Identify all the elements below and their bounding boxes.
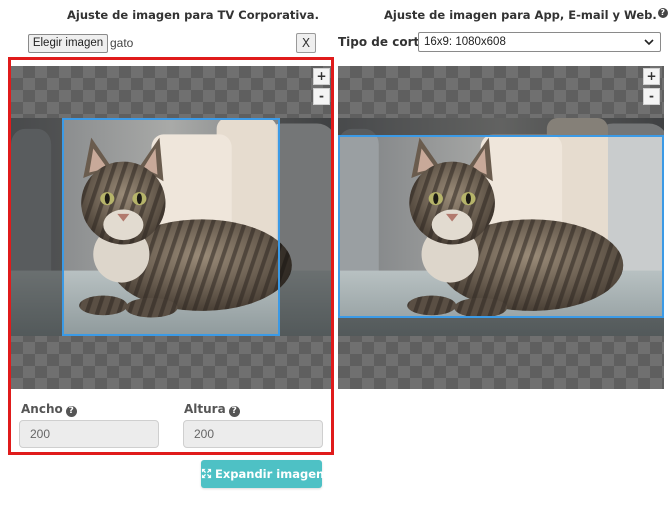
clear-file-button[interactable]: X bbox=[296, 33, 316, 53]
expand-button-label: Expandir imagen bbox=[215, 467, 325, 481]
cut-type-selected: 16x9: 1080x608 bbox=[424, 36, 506, 48]
right-crop-box[interactable] bbox=[338, 135, 664, 318]
right-zoom-in-button[interactable]: + bbox=[643, 68, 660, 85]
cut-type-select[interactable]: 16x9: 1080x608 bbox=[418, 32, 661, 52]
right-zoom-out-button[interactable]: - bbox=[643, 88, 660, 105]
right-panel-title-row: Ajuste de imagen para App, E-mail y Web.… bbox=[384, 8, 668, 22]
chevron-down-icon bbox=[643, 34, 655, 50]
highlight-frame bbox=[8, 57, 334, 455]
expand-icon bbox=[201, 460, 212, 488]
file-name-text: gato bbox=[110, 36, 134, 50]
top-dim-overlay bbox=[338, 118, 664, 135]
bottom-dim-overlay bbox=[338, 318, 664, 336]
right-panel-title: Ajuste de imagen para App, E-mail y Web. bbox=[384, 8, 657, 22]
left-panel-title: Ajuste de imagen para TV Corporativa. bbox=[67, 8, 319, 22]
expand-image-button[interactable]: Expandir imagen bbox=[201, 460, 325, 488]
right-title-help-icon[interactable]: ? bbox=[657, 8, 668, 18]
choose-image-button[interactable]: Elegir imagen bbox=[28, 34, 108, 53]
